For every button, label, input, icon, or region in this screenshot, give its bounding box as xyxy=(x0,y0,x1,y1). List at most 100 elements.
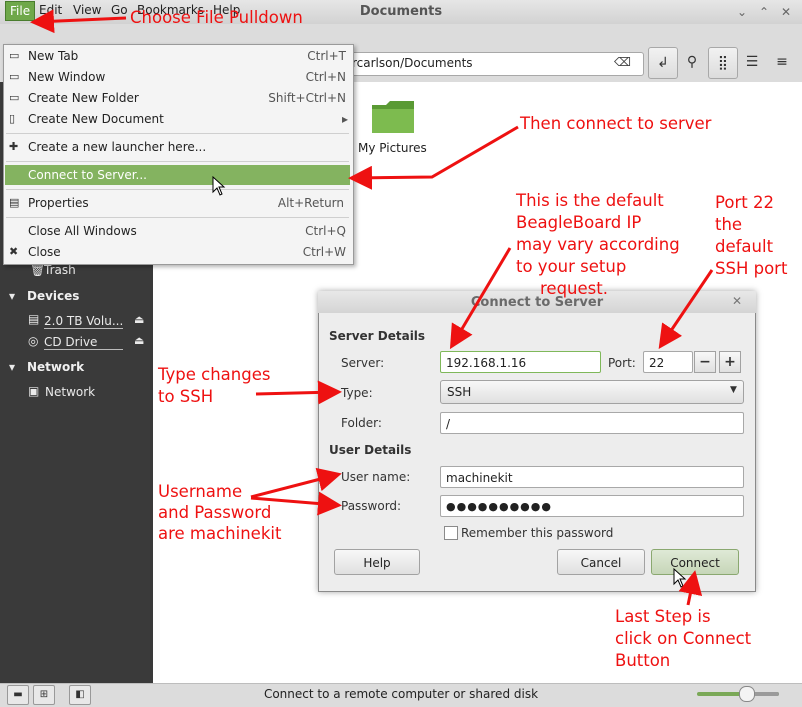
annotation-last-step-line3: Button xyxy=(615,651,671,670)
type-select[interactable]: SSH xyxy=(440,380,744,404)
folder-label[interactable]: My Pictures xyxy=(358,141,427,155)
shortcut-close-all: Ctrl+Q xyxy=(305,224,346,238)
icon-view-icon[interactable]: ⣿ xyxy=(708,47,738,79)
dialog-close-icon[interactable]: ✕ xyxy=(732,294,742,308)
annotation-creds-line3: are machinekit xyxy=(158,524,282,543)
annotation-type-line2: to SSH xyxy=(158,387,214,406)
location-path: rcarlson/Documents xyxy=(352,56,473,70)
compact-view-icon[interactable]: ≡ xyxy=(768,47,796,77)
menu-item-properties[interactable]: Properties xyxy=(28,196,89,210)
annotation-creds-line2: and Password xyxy=(158,503,272,522)
annotation-ip-line5: request. xyxy=(540,279,608,298)
sidebar-item-trash[interactable]: Trash xyxy=(44,263,76,277)
menu-view[interactable]: View xyxy=(69,1,105,19)
clear-location-icon[interactable]: ⌫ xyxy=(614,55,631,69)
port-label: Port: xyxy=(608,356,636,370)
shortcut-new-window: Ctrl+N xyxy=(305,70,346,84)
menu-separator xyxy=(6,189,349,190)
annotation-last-step-line1: Last Step is xyxy=(615,607,711,626)
annotation-connect-server: Then connect to server xyxy=(520,114,712,133)
sidebar-item-cd-drive[interactable]: CD Drive xyxy=(44,335,124,350)
search-icon[interactable]: ⚲ xyxy=(678,47,706,77)
annotation-port-line3: default xyxy=(715,237,774,256)
annotation-type-line1: Type changes xyxy=(158,365,271,384)
sidebar-item-network[interactable]: Network xyxy=(45,385,95,399)
new-folder-icon: ▭ xyxy=(9,91,20,104)
annotation-choose-file: Choose File Pulldown xyxy=(130,8,303,27)
close-window-icon[interactable]: ✕ xyxy=(778,4,794,20)
close-icon: ✖ xyxy=(9,245,19,258)
sidebar-header-devices: Devices xyxy=(27,289,80,303)
eject-icon[interactable]: ⏏ xyxy=(134,334,144,347)
sidebar-header-network: Network xyxy=(27,360,85,374)
maximize-icon[interactable]: ⌃ xyxy=(756,4,772,20)
submenu-arrow-icon: ▸ xyxy=(341,112,348,126)
new-tab-icon: ▭ xyxy=(9,49,20,62)
cd-icon: ◎ xyxy=(28,334,39,348)
list-view-icon[interactable]: ☰ xyxy=(738,47,766,77)
remember-password-checkbox[interactable] xyxy=(444,526,458,540)
toggle-location-icon[interactable]: ↲ xyxy=(648,47,678,79)
mouse-cursor-icon xyxy=(673,568,687,588)
type-label: Type: xyxy=(341,386,373,400)
menu-item-new-tab[interactable]: New Tab xyxy=(28,49,78,63)
folder-field-label: Folder: xyxy=(341,416,382,430)
menu-go[interactable]: Go xyxy=(107,1,132,19)
folder-icon[interactable] xyxy=(370,99,416,135)
zoom-slider-handle[interactable] xyxy=(739,686,755,702)
chevron-down-icon[interactable]: ▾ xyxy=(9,360,15,374)
port-input[interactable]: 22 xyxy=(643,351,693,373)
mouse-cursor-icon xyxy=(212,176,226,196)
password-label: Password: xyxy=(341,499,402,513)
new-window-icon: ▭ xyxy=(9,70,20,83)
port-decrement-button[interactable]: − xyxy=(694,351,716,373)
shortcut-new-tab: Ctrl+T xyxy=(307,49,346,63)
menu-item-connect-to-server[interactable]: Connect to Server... xyxy=(28,168,147,182)
menu-separator xyxy=(6,133,349,134)
menu-item-create-document[interactable]: Create New Document xyxy=(28,112,164,126)
trash-icon: 🗑 xyxy=(30,263,46,277)
menu-edit[interactable]: Edit xyxy=(35,1,66,19)
menu-file[interactable]: File xyxy=(5,1,36,21)
eject-icon[interactable]: ⏏ xyxy=(134,313,144,326)
menu-separator xyxy=(6,161,349,162)
cancel-button[interactable]: Cancel xyxy=(557,549,645,575)
menu-item-close[interactable]: Close xyxy=(28,245,61,259)
shortcut-properties: Alt+Return xyxy=(277,196,344,210)
port-increment-button[interactable]: + xyxy=(719,351,741,373)
annotation-ip-line1: This is the default xyxy=(516,191,664,210)
user-details-heading: User Details xyxy=(329,443,412,457)
folder-input[interactable]: / xyxy=(440,412,744,434)
shortcut-close: Ctrl+W xyxy=(302,245,346,259)
chevron-down-icon[interactable]: ▾ xyxy=(9,289,15,303)
username-input[interactable]: machinekit xyxy=(440,466,744,488)
new-document-icon: ▯ xyxy=(9,112,16,125)
help-button[interactable]: Help xyxy=(334,549,420,575)
menubar xyxy=(0,24,802,44)
shortcut-create-folder: Shift+Ctrl+N xyxy=(268,91,346,105)
annotation-ip-line3: may vary according xyxy=(516,235,680,254)
username-label: User name: xyxy=(341,470,411,484)
password-input[interactable]: ●●●●●●●●●● xyxy=(440,495,744,517)
minimize-icon[interactable]: ⌄ xyxy=(734,4,750,20)
plus-icon: ✚ xyxy=(9,140,19,153)
annotation-ip-line2: BeagleBoard IP xyxy=(516,213,642,232)
server-details-heading: Server Details xyxy=(329,329,426,343)
sidebar-item-volume[interactable]: 2.0 TB Volu... xyxy=(44,314,124,329)
dialog-title: Connect to Server xyxy=(470,295,604,310)
properties-icon: ▤ xyxy=(9,196,20,209)
connect-button[interactable]: Connect xyxy=(651,549,739,575)
menu-item-create-launcher[interactable]: Create a new launcher here... xyxy=(28,140,206,154)
annotation-port-line2: the xyxy=(715,215,743,234)
menu-item-create-folder[interactable]: Create New Folder xyxy=(28,91,139,105)
menu-separator xyxy=(6,217,349,218)
status-text: Connect to a remote computer or shared d… xyxy=(263,687,539,701)
annotation-creds-line1: Username xyxy=(158,482,243,501)
server-input[interactable]: 192.168.1.16 xyxy=(440,351,601,373)
menu-item-new-window[interactable]: New Window xyxy=(28,70,105,84)
annotation-last-step-line2: click on Connect xyxy=(615,629,752,648)
dropdown-icon: ▼ xyxy=(730,385,737,395)
annotation-port-line4: SSH port xyxy=(715,259,788,278)
remember-password-label: Remember this password xyxy=(461,526,614,540)
menu-item-close-all-windows[interactable]: Close All Windows xyxy=(28,224,137,238)
